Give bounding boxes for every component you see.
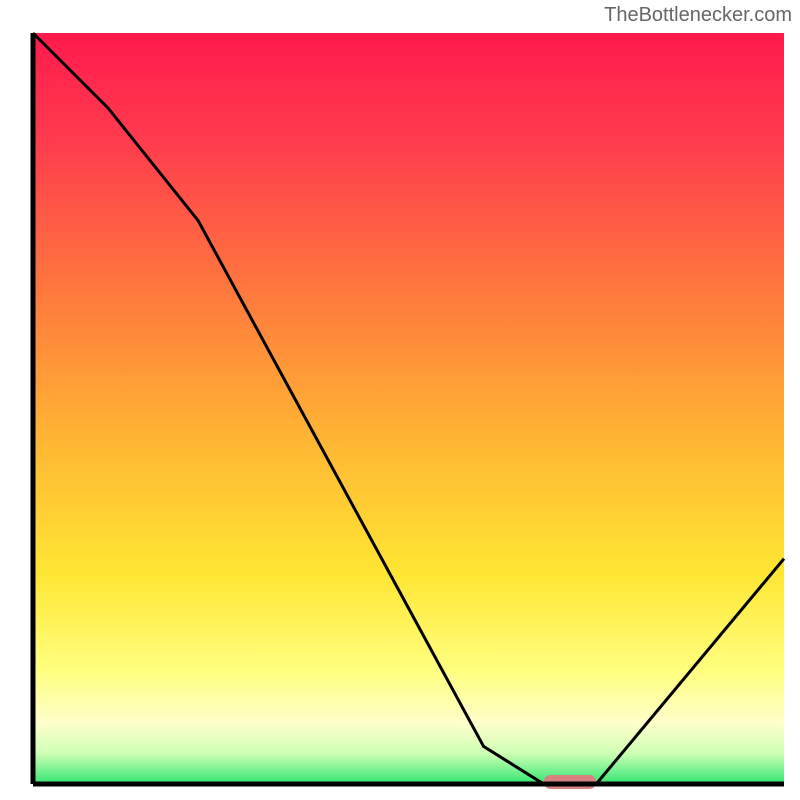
- watermark-text: TheBottlenecker.com: [604, 4, 792, 27]
- chart-background: [33, 33, 784, 784]
- chart-container: TheBottlenecker.com: [0, 0, 800, 800]
- chart-svg: [0, 0, 800, 800]
